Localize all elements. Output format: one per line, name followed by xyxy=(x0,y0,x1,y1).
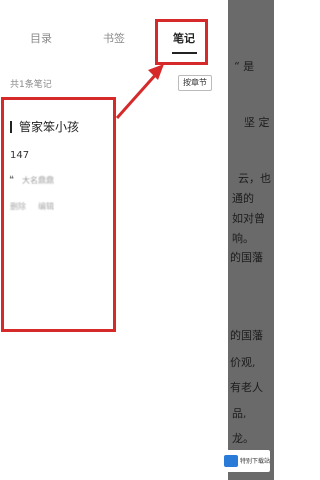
watermark-logo-icon xyxy=(224,455,238,467)
tab-bookmarks[interactable]: 书签 xyxy=(103,30,125,46)
reader-line: 云，也 xyxy=(238,172,271,185)
reader-line: “ 是 xyxy=(234,60,255,73)
reader-line: 价观, xyxy=(230,356,256,369)
tab-contents[interactable]: 目录 xyxy=(30,30,52,46)
reader-page-dimmed[interactable]: “ 是 坚 定 云，也 通的 如对曾 响。 的国藩 的国藩 价观, 有老人 品,… xyxy=(228,0,274,480)
site-watermark: 特别下载站 xyxy=(220,450,270,472)
watermark-text: 特别下载站 xyxy=(240,458,271,465)
annotation-box-notes-tab xyxy=(155,19,208,65)
reader-line: 龙。 xyxy=(232,432,254,445)
reader-line: 的国藩 xyxy=(230,329,263,342)
reader-line: 响。 xyxy=(232,232,254,245)
reader-line: 的国藩 xyxy=(230,251,263,264)
reader-line: 通的 xyxy=(232,192,254,205)
reader-line: 坚 定 xyxy=(244,116,270,129)
reader-line: 品, xyxy=(232,407,247,420)
annotation-box-note-entry xyxy=(1,97,116,332)
reader-line: 如对曾 xyxy=(232,212,265,225)
note-count: 共1条笔记 xyxy=(10,80,52,90)
sort-by-chapter-button[interactable]: 按章节 xyxy=(178,75,212,91)
reader-line: 有老人 xyxy=(230,381,263,394)
